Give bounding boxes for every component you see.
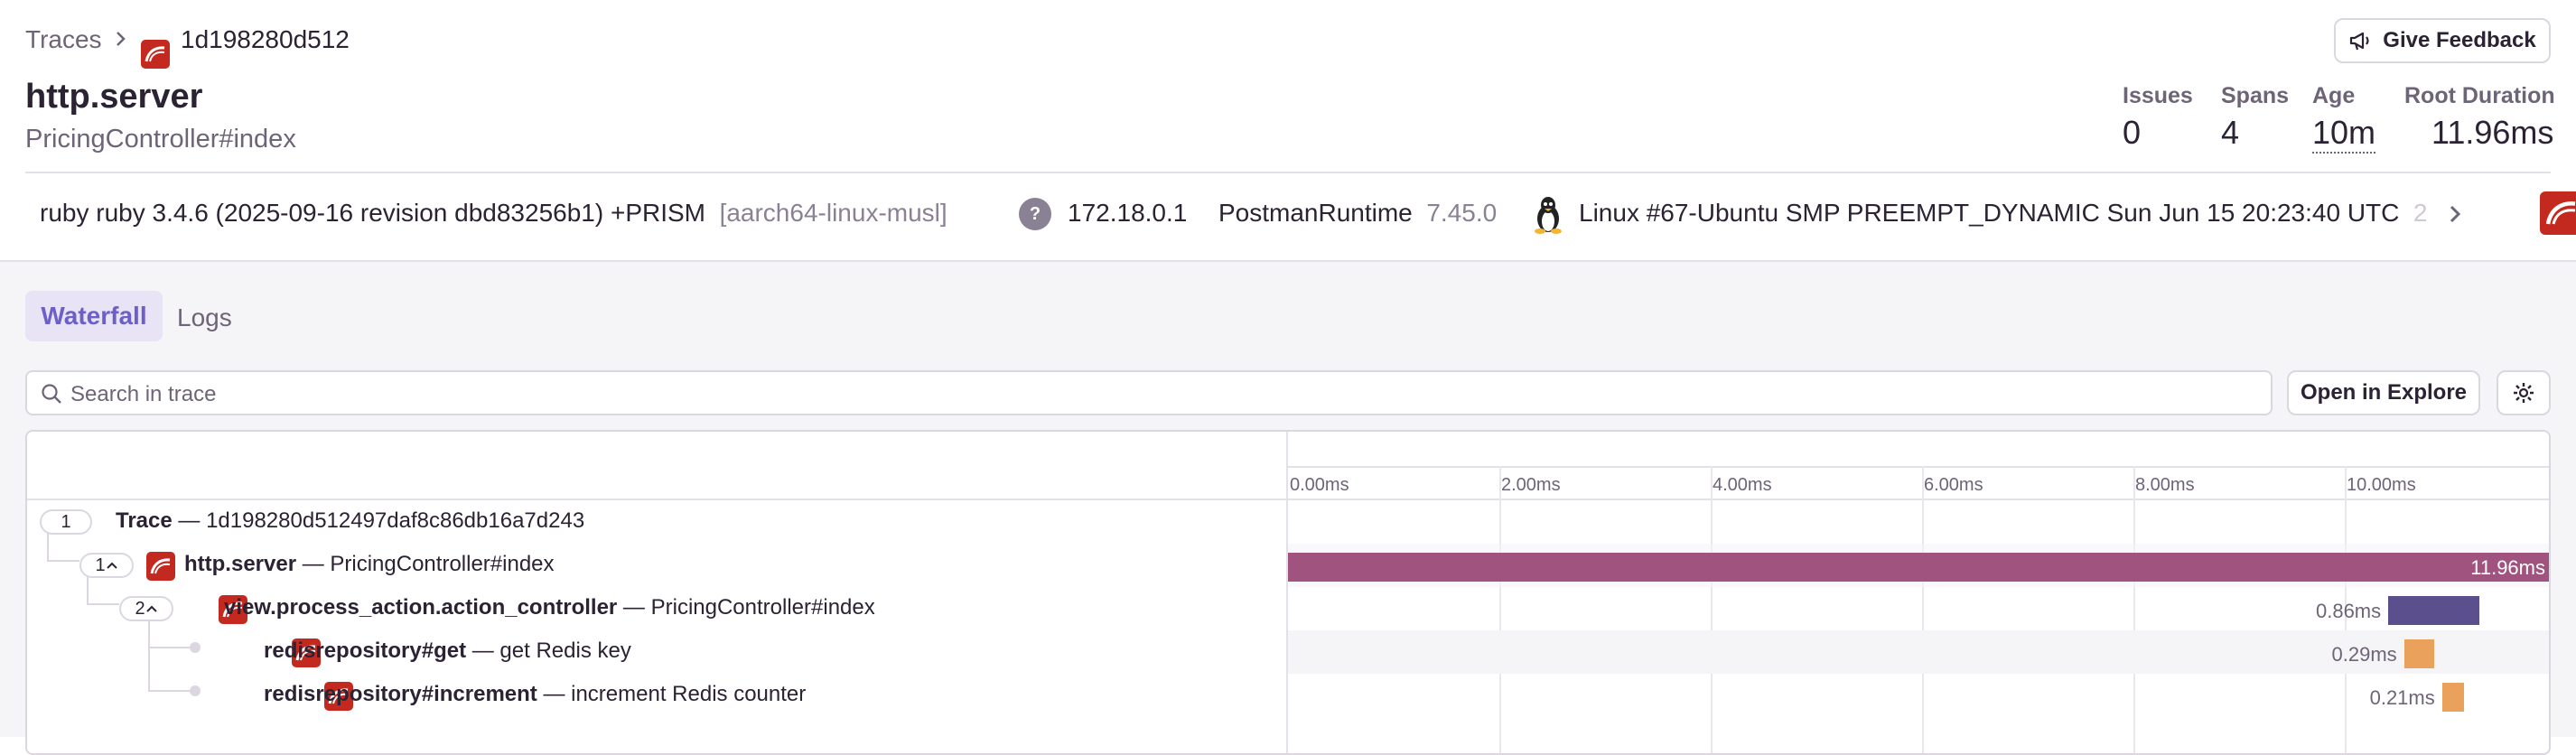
os-overflow-text: 2 (2413, 199, 2428, 227)
trace-children-count[interactable]: 1 (40, 509, 92, 535)
http-server-span-bar[interactable]: 11.96ms (1288, 553, 2549, 582)
tree-leaf-dot (190, 642, 201, 653)
tree-connector (148, 690, 195, 692)
context-scroll-right-icon[interactable] (2444, 199, 2466, 234)
timeline-minimap-divider (1288, 466, 2549, 468)
search-input[interactable]: Search in trace (25, 370, 2273, 415)
give-feedback-button[interactable]: Give Feedback (2334, 18, 2551, 63)
tree-connector (148, 616, 150, 692)
page-title: http.server (25, 78, 203, 116)
span-description: get Redis key (499, 638, 631, 663)
tick-label: 8.00ms (2135, 475, 2195, 495)
tree-connector (47, 560, 79, 562)
context-client: PostmanRuntime 7.45.0 (1218, 199, 1497, 228)
tick-label: 6.00ms (1924, 475, 1983, 495)
rails-icon (141, 40, 170, 69)
view-span-row-label[interactable]: view.process_action.action_controller — … (224, 595, 875, 620)
context-os: Linux #67-Ubuntu SMP PREEMPT_DYNAMIC Sun… (1579, 199, 2428, 228)
tree-connector (148, 647, 195, 648)
span-description: increment Redis counter (571, 682, 807, 706)
chevron-up-icon (145, 605, 157, 612)
stat-age-value[interactable]: 10m (2312, 114, 2376, 154)
span-op: http.server (184, 552, 297, 576)
chevron-up-icon (106, 562, 117, 569)
page-subtitle: PricingController#index (25, 125, 296, 154)
rails-icon (146, 552, 175, 581)
view-span-duration: 0.86ms (2315, 600, 2382, 622)
stat-spans-label: Spans (2221, 83, 2290, 108)
tab-waterfall[interactable]: Waterfall (25, 291, 163, 341)
runtime-text: ruby ruby 3.4.6 (2025-09-16 revision dbd… (40, 199, 705, 227)
gear-icon (2514, 383, 2534, 403)
redis-get-duration: 0.29ms (2331, 643, 2397, 666)
tick-label: 2.00ms (1501, 475, 1561, 495)
gridline (1499, 466, 1501, 753)
stat-issues-value: 0 (2123, 114, 2142, 151)
megaphone-icon (2350, 32, 2369, 51)
span-description: PricingController#index (650, 595, 875, 620)
stat-root-duration-label: Root Duration (2404, 83, 2555, 108)
redis-get-span-bar[interactable] (2403, 639, 2435, 668)
span-op: view.process_action.action_controller (224, 595, 618, 620)
give-feedback-label: Give Feedback (2383, 28, 2536, 52)
unknown-browser-icon: ? (1019, 198, 1051, 230)
span-op: redisrepository#increment (264, 682, 537, 706)
breadcrumb-traces-link[interactable]: Traces (25, 25, 102, 54)
trace-row-id: 1d198280d512497daf8c86db16a7d243 (206, 508, 585, 533)
header-divider (25, 172, 2551, 173)
http-server-children-count: 1 (95, 555, 106, 575)
stat-spans-value: 4 (2221, 114, 2240, 151)
redis-increment-span-bar[interactable] (2441, 683, 2465, 712)
view-span-collapse-toggle[interactable]: 2 (119, 596, 173, 621)
span-op: redisrepository#get (264, 638, 467, 663)
search-placeholder: Search in trace (70, 382, 217, 406)
panel-split-divider[interactable] (1286, 432, 1288, 753)
tick-label: 4.00ms (1713, 475, 1772, 495)
http-server-row-label[interactable]: http.server — PricingController#index (184, 552, 555, 577)
trace-row-name: Trace (116, 508, 173, 533)
gridline (2133, 466, 2135, 753)
chevron-right-icon (112, 24, 130, 60)
settings-button[interactable] (2497, 370, 2551, 415)
context-ip: 172.18.0.1 (1068, 199, 1188, 227)
open-in-explore-button[interactable]: Open in Explore (2287, 370, 2480, 415)
tree-connector (87, 603, 119, 605)
context-runtime: ruby ruby 3.4.6 (2025-09-16 revision dbd… (40, 199, 947, 228)
redis-increment-row-label[interactable]: redisrepository#increment — increment Re… (264, 682, 806, 707)
rails-platform-icon (2540, 191, 2576, 235)
span-description: PricingController#index (330, 552, 555, 576)
tab-logs[interactable]: Logs (177, 303, 232, 332)
stat-issues-label: Issues (2123, 83, 2193, 108)
gridline (1711, 466, 1713, 753)
search-icon (42, 384, 61, 404)
tick-label: 0.00ms (1290, 475, 1349, 495)
linux-tux-icon (1530, 195, 1566, 239)
http-server-collapse-toggle[interactable]: 1 (79, 553, 134, 578)
panel-header-divider (27, 499, 2549, 500)
tick-label: 10.00ms (2347, 475, 2416, 495)
runtime-arch: [aarch64-linux-musl] (719, 199, 947, 227)
view-span-bar[interactable] (2387, 596, 2479, 625)
trace-row-label[interactable]: Trace — 1d198280d512497daf8c86db16a7d243 (116, 508, 584, 534)
redis-increment-duration: 0.21ms (2369, 686, 2435, 709)
client-version: 7.45.0 (1426, 199, 1498, 227)
client-name: PostmanRuntime (1218, 199, 1413, 227)
breadcrumb-trace-id: 1d198280d512 (181, 25, 350, 53)
http-server-duration: 11.96ms (2470, 556, 2545, 579)
view-span-children-count: 2 (135, 598, 145, 619)
stat-age-label: Age (2312, 83, 2356, 108)
stat-root-duration-value: 11.96ms (2431, 114, 2554, 151)
os-text: Linux #67-Ubuntu SMP PREEMPT_DYNAMIC Sun… (1579, 199, 2400, 227)
gridline (1922, 466, 1924, 753)
redis-get-row-label[interactable]: redisrepository#get — get Redis key (264, 638, 631, 664)
tree-leaf-dot (190, 685, 201, 696)
waterfall-panel: 0.00ms 2.00ms 4.00ms 6.00ms 8.00ms 10.00… (25, 430, 2551, 755)
